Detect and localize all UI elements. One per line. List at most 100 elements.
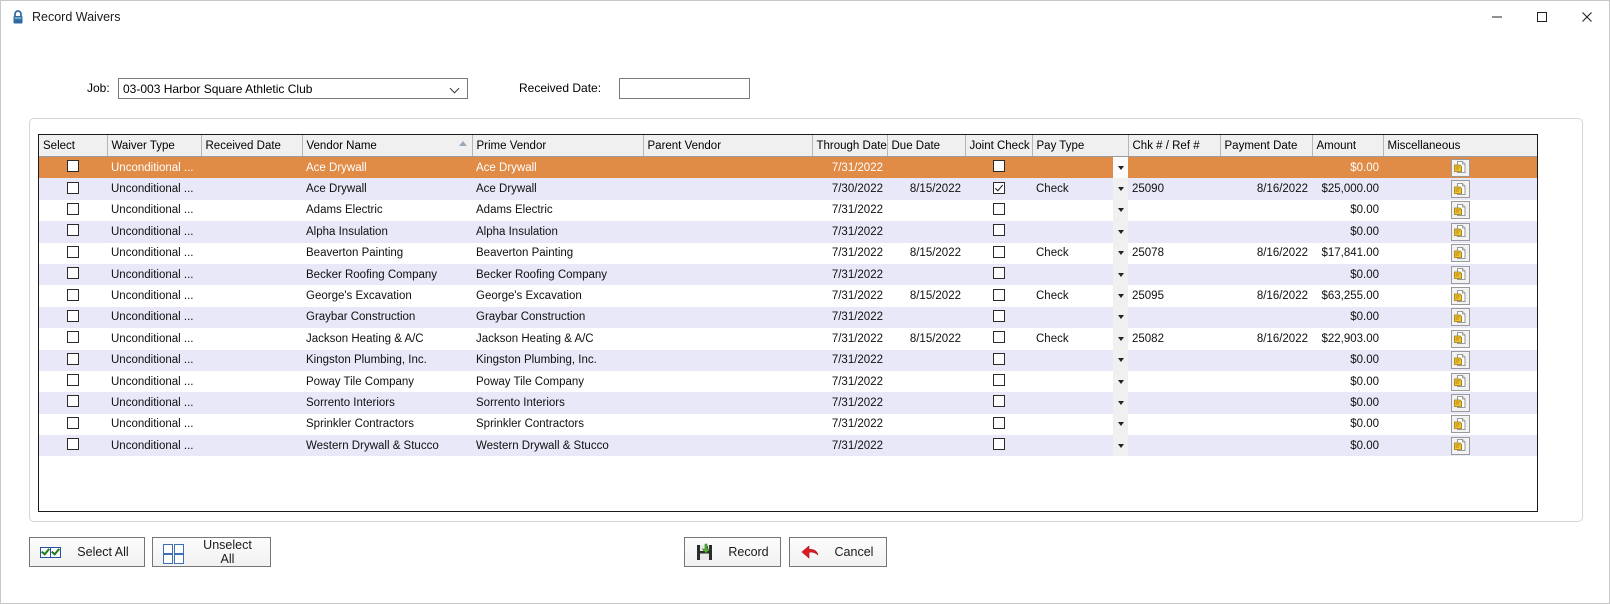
table-row[interactable]: Unconditional ... Alpha Insulation Alpha I…	[39, 221, 1537, 243]
close-button[interactable]	[1564, 1, 1609, 32]
cell-chk-ref[interactable]	[1128, 435, 1220, 457]
cell-amount[interactable]: $0.00	[1312, 392, 1383, 414]
pay-type-dropdown-button[interactable]	[1113, 392, 1128, 414]
pay-type-dropdown-button[interactable]	[1113, 242, 1128, 264]
cell-pay-type[interactable]	[1032, 392, 1128, 414]
cell-through-date[interactable]: 7/31/2022	[812, 242, 887, 264]
cell-parent-vendor[interactable]	[643, 370, 812, 393]
row-select-cell[interactable]	[39, 435, 107, 457]
joint-check-checkbox[interactable]	[992, 395, 1005, 408]
cell-payment-date[interactable]	[1220, 221, 1312, 243]
cell-waiver-type[interactable]: Unconditional ...	[107, 199, 201, 222]
cell-miscellaneous[interactable]	[1383, 370, 1537, 393]
cell-parent-vendor[interactable]	[643, 285, 812, 307]
cell-parent-vendor[interactable]	[643, 221, 812, 243]
cell-through-date[interactable]: 7/31/2022	[812, 392, 887, 414]
cell-waiver-type[interactable]: Unconditional ...	[107, 328, 201, 350]
cell-due-date[interactable]	[887, 435, 965, 457]
cell-prime-vendor[interactable]: Beaverton Painting	[472, 242, 643, 264]
document-note-icon-button[interactable]	[1450, 201, 1470, 220]
cell-joint-check[interactable]	[965, 435, 1032, 457]
cell-joint-check[interactable]	[965, 392, 1032, 414]
cell-payment-date[interactable]	[1220, 199, 1312, 222]
cell-payment-date[interactable]	[1220, 435, 1312, 457]
cell-through-date[interactable]: 7/31/2022	[812, 370, 887, 393]
cell-amount[interactable]: $63,255.00	[1312, 285, 1383, 307]
row-select-checkbox[interactable]	[67, 395, 79, 408]
col-header-received-date[interactable]: Received Date	[201, 135, 303, 157]
pay-type-dropdown-button[interactable]	[1113, 306, 1128, 329]
cell-parent-vendor[interactable]	[643, 306, 812, 329]
cell-waiver-type[interactable]: Unconditional ...	[107, 349, 201, 371]
cell-vendor-name[interactable]: Becker Roofing Company	[302, 263, 472, 286]
cell-through-date[interactable]: 7/31/2022	[812, 221, 887, 243]
cell-received-date[interactable]	[201, 328, 302, 350]
row-select-cell[interactable]	[39, 285, 107, 307]
cell-miscellaneous[interactable]	[1383, 349, 1537, 371]
cell-joint-check[interactable]	[965, 221, 1032, 243]
cell-prime-vendor[interactable]: Graybar Construction	[472, 306, 643, 329]
cell-joint-check[interactable]	[965, 413, 1032, 436]
table-row[interactable]: Unconditional ... Beaverton Painting Beave…	[39, 242, 1537, 264]
cell-miscellaneous[interactable]	[1383, 413, 1537, 436]
joint-check-checkbox[interactable]	[992, 288, 1005, 301]
cell-received-date[interactable]	[201, 392, 302, 414]
cell-amount[interactable]: $0.00	[1312, 306, 1383, 329]
select-all-button[interactable]: Select All	[29, 537, 145, 567]
cell-waiver-type[interactable]: Unconditional ...	[107, 263, 201, 286]
row-select-cell[interactable]	[39, 221, 107, 243]
cell-miscellaneous[interactable]	[1383, 328, 1537, 350]
cell-waiver-type[interactable]: Unconditional ...	[107, 306, 201, 329]
cell-vendor-name[interactable]: Alpha Insulation	[302, 221, 472, 243]
col-header-pay-type[interactable]: Pay Type	[1032, 135, 1129, 157]
cell-chk-ref[interactable]	[1128, 392, 1220, 414]
cell-parent-vendor[interactable]	[643, 199, 812, 222]
pay-type-dropdown-button[interactable]	[1113, 328, 1128, 350]
cell-parent-vendor[interactable]	[643, 328, 812, 350]
cell-amount[interactable]: $25,000.00	[1312, 178, 1383, 200]
col-header-amount[interactable]: Amount	[1312, 135, 1384, 157]
job-select[interactable]: 03-003 Harbor Square Athletic Club	[118, 78, 468, 99]
cell-vendor-name[interactable]: Graybar Construction	[302, 306, 472, 329]
pay-type-dropdown-button[interactable]	[1113, 370, 1128, 393]
joint-check-checkbox[interactable]	[992, 267, 1005, 280]
col-header-chk-ref[interactable]: Chk # / Ref #	[1128, 135, 1221, 157]
cell-vendor-name[interactable]: Beaverton Painting	[302, 242, 472, 264]
cell-chk-ref[interactable]	[1128, 413, 1220, 436]
row-select-checkbox[interactable]	[67, 288, 79, 301]
cell-due-date[interactable]: 8/15/2022	[887, 242, 965, 264]
table-row[interactable]: Unconditional ... Poway Tile Company Poway…	[39, 370, 1537, 393]
cell-prime-vendor[interactable]: Becker Roofing Company	[472, 263, 643, 286]
col-header-parent-vendor[interactable]: Parent Vendor	[643, 135, 813, 157]
cell-pay-type[interactable]	[1032, 263, 1128, 286]
document-note-icon-button[interactable]	[1450, 158, 1470, 177]
cell-joint-check[interactable]	[965, 263, 1032, 286]
pay-type-dropdown-button[interactable]	[1113, 413, 1128, 436]
cell-vendor-name[interactable]: Kingston Plumbing, Inc.	[302, 349, 472, 371]
cell-pay-type[interactable]	[1032, 349, 1128, 371]
cell-payment-date[interactable]	[1220, 349, 1312, 371]
cell-due-date[interactable]	[887, 306, 965, 329]
cell-amount[interactable]: $0.00	[1312, 221, 1383, 243]
cell-payment-date[interactable]: 8/16/2022	[1220, 178, 1312, 200]
pay-type-dropdown-button[interactable]	[1113, 349, 1128, 371]
table-row[interactable]: Unconditional ... Becker Roofing Company B…	[39, 263, 1537, 286]
table-row[interactable]: Unconditional ... Western Drywall & Stucc…	[39, 435, 1537, 457]
cell-due-date[interactable]	[887, 392, 965, 414]
cell-waiver-type[interactable]: Unconditional ...	[107, 435, 201, 457]
cell-miscellaneous[interactable]	[1383, 263, 1537, 286]
document-note-icon-button[interactable]	[1450, 372, 1470, 391]
cell-through-date[interactable]: 7/31/2022	[812, 263, 887, 286]
pay-type-dropdown-button[interactable]	[1113, 285, 1128, 307]
row-select-cell[interactable]	[39, 199, 107, 222]
document-note-icon-button[interactable]	[1450, 265, 1470, 284]
col-header-select[interactable]: Select	[39, 135, 108, 157]
table-row[interactable]: Unconditional ... Kingston Plumbing, Inc.…	[39, 349, 1537, 371]
cell-received-date[interactable]	[201, 349, 302, 371]
cell-waiver-type[interactable]: Unconditional ...	[107, 221, 201, 243]
joint-check-checkbox[interactable]	[992, 224, 1005, 237]
row-select-cell[interactable]	[39, 413, 107, 436]
cell-pay-type[interactable]	[1032, 413, 1128, 436]
cell-through-date[interactable]: 7/31/2022	[812, 435, 887, 457]
joint-check-checkbox[interactable]	[992, 331, 1005, 344]
